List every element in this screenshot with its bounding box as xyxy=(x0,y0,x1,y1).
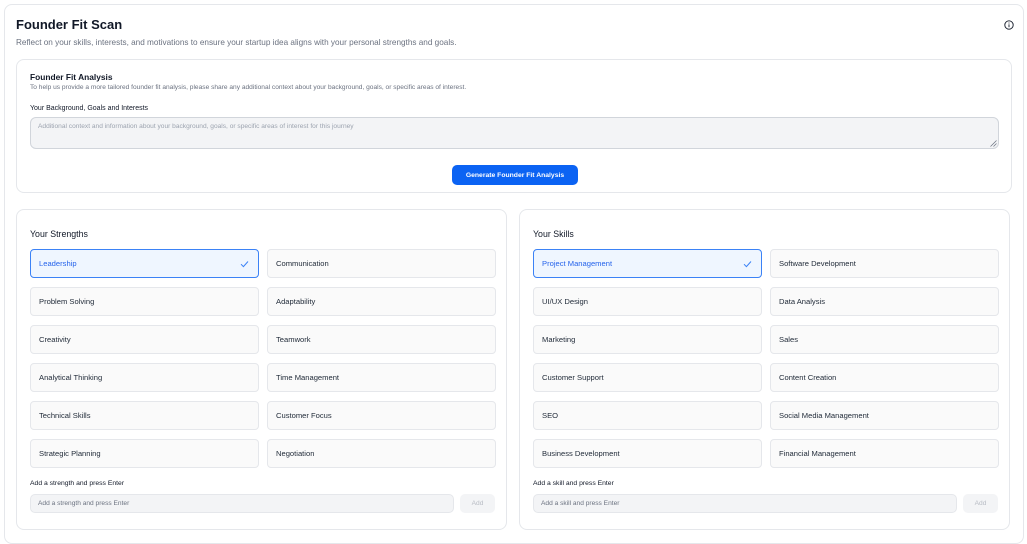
skill-chip-label: Customer Support xyxy=(542,373,604,382)
check-icon xyxy=(240,261,249,268)
skill-chip[interactable]: Customer Support xyxy=(533,363,762,392)
skill-chip-label: SEO xyxy=(542,411,559,420)
strength-chip-label: Problem Solving xyxy=(39,297,95,306)
skill-chip[interactable]: Business Development xyxy=(533,439,762,468)
strength-chip-label: Analytical Thinking xyxy=(39,373,103,382)
strength-chip[interactable]: Time Management xyxy=(267,363,496,392)
strength-chip-label: Teamwork xyxy=(276,335,311,344)
strength-chip-label: Technical Skills xyxy=(39,411,91,420)
strength-chip[interactable]: Strategic Planning xyxy=(30,439,259,468)
add-strength-button[interactable]: Add xyxy=(460,494,495,513)
skill-chip-label: UI/UX Design xyxy=(542,297,589,306)
resize-grip-icon[interactable] xyxy=(989,139,997,147)
page-subtitle: Reflect on your skills, interests, and m… xyxy=(16,38,457,47)
strength-chip[interactable]: Problem Solving xyxy=(30,287,259,316)
skills-title: Your Skills xyxy=(533,229,574,239)
strength-chip-label: Adaptability xyxy=(276,297,316,306)
strength-chip-label: Customer Focus xyxy=(276,411,332,420)
skill-chip-label: Sales xyxy=(779,335,798,344)
strength-chip[interactable]: Leadership xyxy=(30,249,259,278)
strength-chip-label: Leadership xyxy=(39,259,77,268)
skill-chip[interactable]: Social Media Management xyxy=(770,401,999,430)
add-skill-label: Add a skill and press Enter xyxy=(533,480,614,487)
add-strength-label: Add a strength and press Enter xyxy=(30,480,125,487)
page-title: Founder Fit Scan xyxy=(16,17,123,32)
strength-chip-label: Creativity xyxy=(39,335,71,344)
add-skill-button[interactable]: Add xyxy=(963,494,998,513)
skill-chip[interactable]: SEO xyxy=(533,401,762,430)
skill-chip[interactable]: Project Management xyxy=(533,249,762,278)
background-field-label: Your Background, Goals and Interests xyxy=(30,105,149,112)
skill-chip-label: Content Creation xyxy=(779,373,837,382)
strength-chip[interactable]: Creativity xyxy=(30,325,259,354)
strength-chip[interactable]: Analytical Thinking xyxy=(30,363,259,392)
skill-chip-label: Project Management xyxy=(542,259,613,268)
strengths-title: Your Strengths xyxy=(30,229,88,239)
strength-chip[interactable]: Communication xyxy=(267,249,496,278)
skill-chip-label: Business Development xyxy=(542,449,620,458)
skill-chip[interactable]: Content Creation xyxy=(770,363,999,392)
strength-chip-label: Communication xyxy=(276,259,329,268)
founder-fit-analysis-card: Founder Fit Analysis To help us provide … xyxy=(16,59,1012,193)
skill-chip-label: Social Media Management xyxy=(779,411,869,420)
strength-chip[interactable]: Negotiation xyxy=(267,439,496,468)
strength-chip[interactable]: Customer Focus xyxy=(267,401,496,430)
strengths-panel: Your Strengths Leadership Communication Pr… xyxy=(16,209,507,530)
analysis-description: To help us provide a more tailored found… xyxy=(30,84,467,91)
skills-grid: Project Management Software Development UI… xyxy=(533,249,999,468)
analysis-title: Founder Fit Analysis xyxy=(30,72,113,82)
strength-chip-label: Time Management xyxy=(276,373,340,382)
add-skill-input[interactable] xyxy=(533,494,957,513)
skill-chip[interactable]: Financial Management xyxy=(770,439,999,468)
background-textarea[interactable] xyxy=(30,117,999,149)
skill-chip[interactable]: Marketing xyxy=(533,325,762,354)
strength-chip[interactable]: Adaptability xyxy=(267,287,496,316)
skill-chip[interactable]: Data Analysis xyxy=(770,287,999,316)
skill-chip-label: Marketing xyxy=(542,335,576,344)
strength-chip[interactable]: Technical Skills xyxy=(30,401,259,430)
skill-chip[interactable]: Software Development xyxy=(770,249,999,278)
skill-chip-label: Data Analysis xyxy=(779,297,826,306)
strengths-grid: Leadership Communication Problem Solving Ad… xyxy=(30,249,496,468)
skills-panel: Your Skills Project Management Software D… xyxy=(519,209,1010,530)
strength-chip-label: Negotiation xyxy=(276,449,315,458)
strength-chip[interactable]: Teamwork xyxy=(267,325,496,354)
strength-chip-label: Strategic Planning xyxy=(39,449,101,458)
info-circle-icon[interactable] xyxy=(1004,20,1014,30)
skill-chip[interactable]: UI/UX Design xyxy=(533,287,762,316)
founder-fit-scan-card: Founder Fit Scan Reflect on your skills,… xyxy=(4,4,1024,544)
add-strength-input[interactable] xyxy=(30,494,454,513)
check-icon xyxy=(743,261,752,268)
skill-chip[interactable]: Sales xyxy=(770,325,999,354)
skill-chip-label: Financial Management xyxy=(779,449,856,458)
skill-chip-label: Software Development xyxy=(779,259,856,268)
generate-analysis-button[interactable]: Generate Founder Fit Analysis xyxy=(452,165,578,185)
